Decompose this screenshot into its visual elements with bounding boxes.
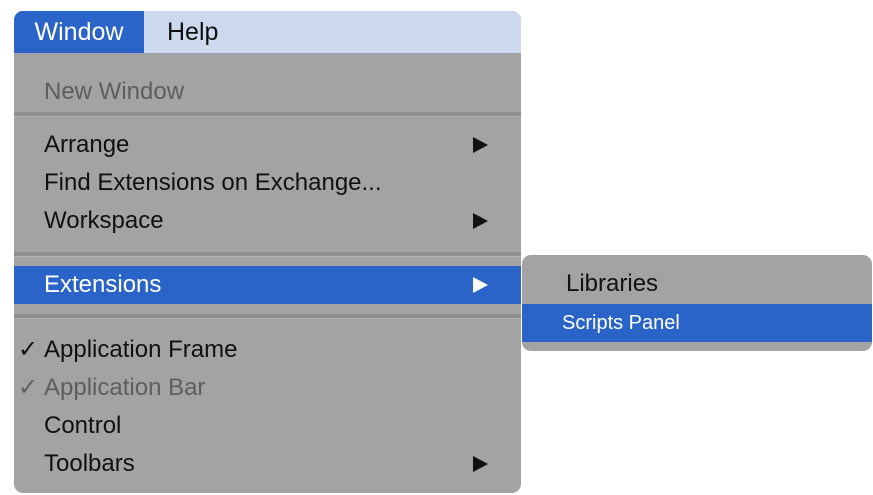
menubar-item-help[interactable]: Help — [163, 11, 222, 53]
menu-item-new-window: New Window — [14, 73, 521, 111]
menubar-item-window[interactable]: Window — [14, 11, 144, 53]
menu-item-control[interactable]: Control — [14, 407, 521, 445]
menu-item-label: Extensions — [44, 271, 162, 298]
menu-separator — [14, 112, 521, 117]
menu-item-label: Application Frame — [44, 336, 238, 363]
checkmark-icon: ✓ — [17, 336, 39, 363]
menu-item-label: Control — [44, 412, 122, 439]
menu-item-application-frame[interactable]: ✓ Application Frame — [14, 331, 521, 369]
submenu-item-scripts-panel[interactable]: Scripts Panel — [522, 304, 872, 342]
extensions-submenu-panel: Libraries Scripts Panel — [522, 255, 872, 351]
submenu-item-libraries[interactable]: Libraries — [522, 265, 872, 303]
submenu-item-label: Libraries — [566, 270, 659, 297]
menu-item-label: Application Bar — [44, 374, 206, 401]
menu-item-arrange[interactable]: Arrange — [14, 126, 521, 164]
menu-item-extensions[interactable]: Extensions — [14, 266, 521, 304]
menu-item-toolbars[interactable]: Toolbars — [14, 445, 521, 483]
submenu-item-label: Scripts Panel — [562, 312, 680, 334]
menu-separator — [14, 314, 521, 319]
menu-item-label: Find Extensions on Exchange... — [44, 169, 382, 196]
menu-item-workspace[interactable]: Workspace — [14, 202, 521, 240]
menu-item-label: Arrange — [44, 131, 130, 158]
menu-bar: Window Help — [14, 11, 521, 54]
menu-item-label: Workspace — [44, 207, 164, 234]
menu-item-label: New Window — [44, 78, 185, 105]
checkmark-icon: ✓ — [17, 374, 39, 401]
menu-separator — [14, 252, 521, 257]
window-menu-panel: Window Help New Window Arrange Find Exte… — [14, 11, 521, 493]
menu-item-label: Toolbars — [44, 450, 135, 477]
screen: Window Help New Window Arrange Find Exte… — [0, 0, 873, 495]
menu-item-find-extensions[interactable]: Find Extensions on Exchange... — [14, 164, 521, 202]
menu-item-application-bar: ✓ Application Bar — [14, 369, 521, 407]
